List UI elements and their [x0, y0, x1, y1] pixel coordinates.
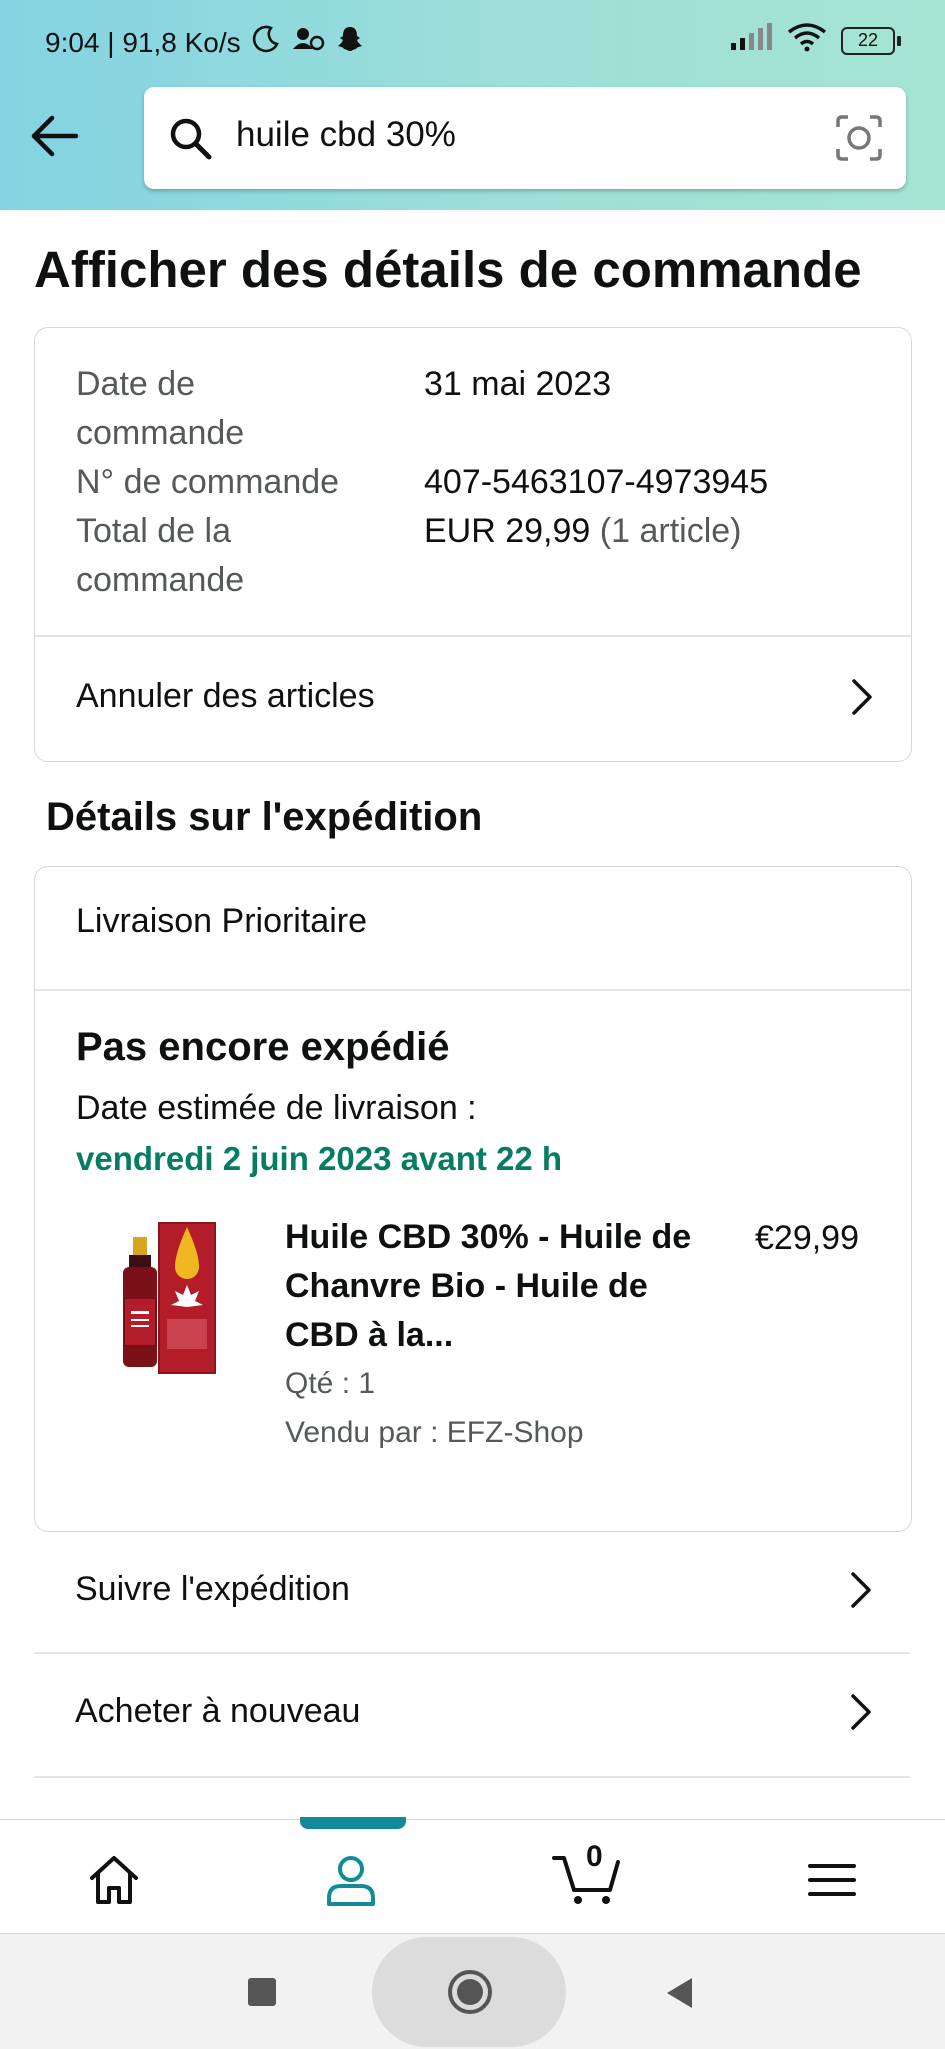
account-icon[interactable] [323, 1852, 379, 1908]
search-icon[interactable] [166, 114, 214, 162]
product-quantity: Qté : 1 [285, 1367, 376, 1400]
search-bar[interactable]: huile cbd 30% [144, 87, 906, 189]
buy-again-label: Acheter à nouveau [75, 1692, 361, 1730]
app-header: 9:04 | 91,8 Ko/s 22 huile cbd 30% [0, 0, 945, 210]
search-input[interactable]: huile cbd 30% [236, 115, 456, 155]
eta-label: Date estimée de livraison : [76, 1089, 477, 1127]
shipment-card: Livraison Prioritaire Pas encore expédié… [34, 866, 912, 1532]
cancel-items-row[interactable]: Annuler des articles [35, 637, 911, 759]
order-total-value: EUR 29,99 (1 article) [424, 507, 741, 556]
product-image[interactable] [113, 1219, 223, 1379]
chevron-right-icon [849, 677, 875, 717]
moon-icon [251, 24, 281, 61]
snapchat-icon [335, 24, 365, 61]
shipping-method: Livraison Prioritaire [76, 902, 367, 940]
home-circle-icon[interactable] [446, 1968, 494, 2016]
order-date-label: Date de commande [76, 365, 245, 452]
camera-lens-icon[interactable] [834, 113, 884, 163]
notification-icon [291, 25, 325, 60]
buy-again-row[interactable]: Acheter à nouveau [34, 1654, 910, 1778]
status-right: 22 [729, 22, 901, 59]
cancel-items-label: Annuler des articles [76, 677, 375, 715]
bottom-navigation: 0 [0, 1819, 945, 1934]
order-date-value: 31 mai 2023 [424, 365, 612, 403]
battery-indicator: 22 [841, 26, 901, 55]
home-icon[interactable] [86, 1852, 142, 1908]
status-time-speed: 9:04 | 91,8 Ko/s [45, 26, 241, 58]
product-seller: Vendu par : EFZ-Shop [285, 1416, 584, 1449]
track-shipment-row[interactable]: Suivre l'expédition [34, 1532, 910, 1654]
back-arrow-icon[interactable] [28, 110, 80, 162]
divider [35, 989, 911, 991]
divider [34, 1776, 910, 1778]
product-price: €29,99 [755, 1219, 859, 1257]
order-total-amount: EUR 29,99 [424, 512, 591, 550]
product-title[interactable]: Huile CBD 30% - Huile de Chanvre Bio - H… [285, 1213, 715, 1360]
wifi-icon [787, 22, 827, 59]
status-bar: 9:04 | 91,8 Ko/s 22 [0, 18, 945, 66]
status-left: 9:04 | 91,8 Ko/s [45, 24, 365, 61]
order-summary-card: Date de commande 31 mai 2023 N° de comma… [34, 327, 912, 762]
chevron-right-icon [848, 1570, 874, 1610]
chevron-right-icon [848, 1692, 874, 1732]
track-shipment-label: Suivre l'expédition [75, 1570, 350, 1608]
page-title: Afficher des détails de commande [34, 241, 862, 298]
shipment-status: Pas encore expédié [76, 1025, 450, 1069]
active-tab-indicator [300, 1817, 406, 1829]
recents-square-icon[interactable] [242, 1975, 282, 2009]
order-total-label: Total de la commande [76, 512, 245, 599]
order-number-value: 407-5463107-4973945 [424, 463, 769, 501]
back-triangle-icon[interactable] [662, 1975, 698, 2011]
cart-count: 0 [586, 1840, 603, 1873]
order-number-label: N° de commande [76, 463, 340, 501]
cart-icon[interactable]: 0 [552, 1840, 624, 1908]
signal-icon [729, 23, 773, 58]
eta-value: vendredi 2 juin 2023 avant 22 h [76, 1140, 563, 1177]
order-item-count: (1 article) [599, 512, 742, 550]
shipping-section-title: Détails sur l'expédition [46, 795, 483, 839]
menu-icon[interactable] [804, 1852, 860, 1908]
